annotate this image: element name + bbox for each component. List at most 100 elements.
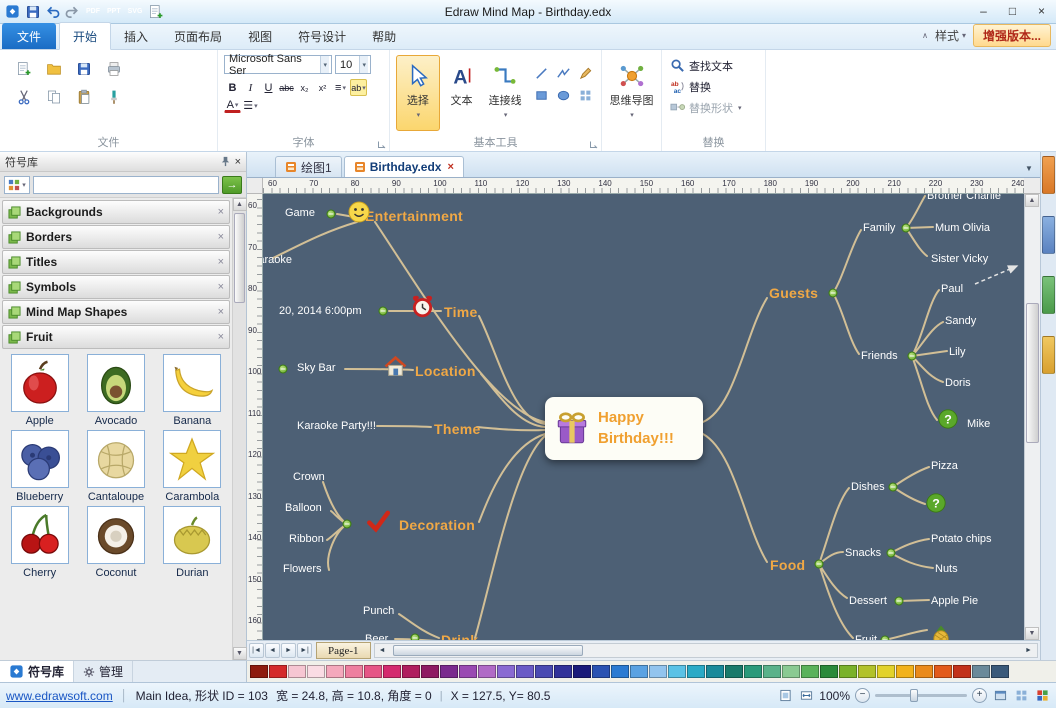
color-swatch-7[interactable] — [383, 665, 401, 678]
ribbon-tab-开始[interactable]: 开始 — [59, 22, 111, 50]
paste-button[interactable] — [72, 86, 96, 108]
scroll-thumb[interactable] — [1026, 303, 1039, 443]
color-swatch-4[interactable] — [326, 665, 344, 678]
collapse-toggle[interactable] — [279, 365, 288, 374]
text-tool-button[interactable]: A 文本 — [440, 55, 484, 131]
task-pane-tab-4[interactable] — [1042, 336, 1055, 374]
copy-button[interactable] — [42, 86, 66, 108]
library-shape-cherry[interactable]: Cherry — [3, 506, 76, 579]
color-swatch-21[interactable] — [649, 665, 667, 678]
open-file-button[interactable] — [42, 58, 66, 80]
color-swatch-22[interactable] — [668, 665, 686, 678]
collapse-toggle[interactable] — [411, 634, 420, 641]
library-category-symbols[interactable]: Symbols× — [2, 275, 230, 299]
mindmap-node-beer[interactable]: Beer — [365, 633, 388, 640]
upgrade-button[interactable]: 增强版本... — [973, 24, 1051, 47]
mindmap-node-drink[interactable]: Drink — [441, 632, 478, 640]
collapse-ribbon-icon[interactable]: ∧ — [922, 31, 928, 40]
mindmap-node-pizza[interactable]: Pizza — [931, 460, 958, 472]
save-file-button[interactable] — [72, 58, 96, 80]
rectangle-tool-icon[interactable] — [531, 85, 551, 105]
color-swatch-37[interactable] — [953, 665, 971, 678]
mindmap-node-guests[interactable]: Guests — [769, 285, 818, 301]
color-swatch-30[interactable] — [820, 665, 838, 678]
color-swatch-33[interactable] — [877, 665, 895, 678]
mindmap-node-decoration[interactable]: Decoration — [399, 517, 475, 533]
style-button[interactable]: 样式 ▾ — [935, 27, 966, 44]
ribbon-tab-插入[interactable]: 插入 — [111, 23, 161, 49]
fit-page-icon[interactable] — [777, 688, 793, 704]
page-tab[interactable]: Page-1 — [316, 642, 371, 659]
line-spacing-button[interactable]: ≡▾ — [332, 79, 349, 96]
maximize-button[interactable]: □ — [998, 2, 1027, 22]
mindmap-node-theme[interactable]: Theme — [434, 421, 481, 437]
superscript-button[interactable]: x² — [314, 79, 331, 96]
mindmap-node-snacks[interactable]: Snacks — [845, 547, 881, 559]
scroll-thumb[interactable] — [393, 645, 583, 656]
next-page-icon[interactable]: ► — [281, 643, 296, 658]
font-size-select[interactable]: 10 ▾ — [335, 55, 371, 74]
align-button[interactable]: ☰▾ — [242, 97, 259, 114]
color-swatch-5[interactable] — [345, 665, 363, 678]
mindmap-node-dessert[interactable]: Dessert — [849, 595, 887, 607]
collapse-toggle[interactable] — [887, 549, 896, 558]
drawing-canvas[interactable]: EntertainmentTimeLocationThemeDecoration… — [263, 194, 1024, 640]
font-dialog-launcher-icon[interactable] — [377, 140, 386, 149]
new-document-icon[interactable] — [147, 3, 164, 20]
export-svg-button[interactable]: SVG — [126, 6, 145, 17]
collapse-toggle[interactable] — [815, 560, 824, 569]
mindmap-central-topic[interactable]: Happy Birthday!!! — [545, 397, 703, 460]
library-shape-cantaloupe[interactable]: Cantaloupe — [79, 430, 152, 503]
color-swatch-11[interactable] — [459, 665, 477, 678]
ribbon-tab-符号设计[interactable]: 符号设计 — [285, 23, 359, 49]
library-shape-avocado[interactable]: Avocado — [79, 354, 152, 427]
connector-tool-button[interactable]: 连接线 ▾ — [483, 55, 527, 131]
color-swatch-13[interactable] — [497, 665, 515, 678]
tab-symbol-library[interactable]: 符号库 — [0, 661, 74, 682]
library-scrollbar[interactable]: ▲ ▼ — [232, 198, 246, 660]
ribbon-tab-帮助[interactable]: 帮助 — [359, 23, 409, 49]
mindmap-node-karaoke-party[interactable]: Karaoke Party!!! — [297, 420, 376, 432]
zoom-out-button[interactable]: − — [855, 688, 870, 703]
ribbon-tab-页面布局[interactable]: 页面布局 — [161, 23, 235, 49]
fullscreen-icon[interactable] — [992, 688, 1008, 704]
color-swatch-25[interactable] — [725, 665, 743, 678]
mindmap-node-game[interactable]: Game — [285, 207, 315, 219]
task-pane-tab-3[interactable] — [1042, 276, 1055, 314]
close-tab-icon[interactable]: × — [447, 161, 453, 173]
mindmap-node-crown[interactable]: Crown — [293, 471, 325, 483]
mindmap-node-brother-charlie[interactable]: Brother Charlie — [927, 194, 1001, 202]
fit-width-icon[interactable] — [798, 688, 814, 704]
color-swatch-29[interactable] — [801, 665, 819, 678]
color-swatch-10[interactable] — [440, 665, 458, 678]
cut-button[interactable] — [12, 86, 36, 108]
color-swatch-36[interactable] — [934, 665, 952, 678]
library-category-fruit[interactable]: Fruit× — [2, 325, 230, 349]
category-close-icon[interactable]: × — [218, 206, 224, 218]
library-shape-banana[interactable]: Banana — [156, 354, 229, 427]
font-family-select[interactable]: Microsoft Sans Ser ▾ — [224, 55, 332, 74]
color-swatch-17[interactable] — [573, 665, 591, 678]
mindmap-node-mike[interactable]: Mike — [967, 418, 990, 430]
mindmap-node-family[interactable]: Family — [863, 222, 895, 234]
color-swatch-8[interactable] — [402, 665, 420, 678]
color-swatch-38[interactable] — [972, 665, 990, 678]
library-category-titles[interactable]: Titles× — [2, 250, 230, 274]
export-pdf-button[interactable]: PDF — [84, 6, 102, 17]
color-swatch-20[interactable] — [630, 665, 648, 678]
library-category-mind-map-shapes[interactable]: Mind Map Shapes× — [2, 300, 230, 324]
task-pane-tab-2[interactable] — [1042, 216, 1055, 254]
scroll-down-icon[interactable]: ▼ — [233, 647, 247, 660]
library-shape-apple[interactable]: Apple — [3, 354, 76, 427]
replace-shape-button[interactable]: 替换形状 ▾ — [668, 97, 759, 118]
first-page-icon[interactable]: |◄ — [249, 643, 264, 658]
mindmap-node-location[interactable]: Location — [415, 363, 476, 379]
ellipse-tool-icon[interactable] — [553, 85, 573, 105]
theme-color-icon[interactable] — [1034, 688, 1050, 704]
color-swatch-0[interactable] — [250, 665, 268, 678]
color-swatch-1[interactable] — [269, 665, 287, 678]
library-shape-coconut[interactable]: Coconut — [79, 506, 152, 579]
ribbon-tab-文件[interactable]: 文件 — [2, 23, 56, 49]
task-pane-tab-1[interactable] — [1042, 156, 1055, 194]
collapse-toggle[interactable] — [895, 597, 904, 606]
